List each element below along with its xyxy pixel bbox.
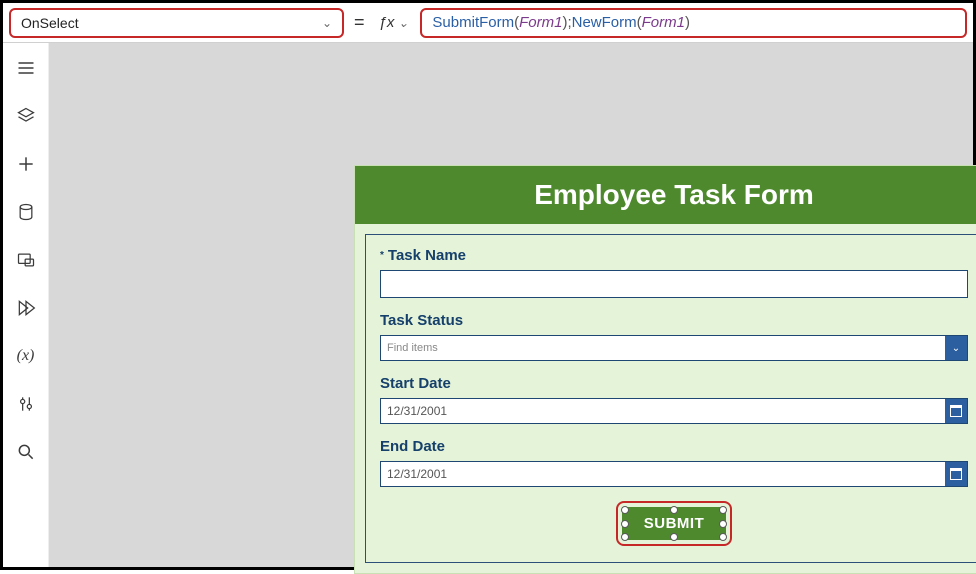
media-icon[interactable] bbox=[15, 249, 37, 271]
power-automate-icon[interactable] bbox=[15, 297, 37, 319]
task-name-input[interactable] bbox=[380, 270, 968, 298]
equals-label: = bbox=[352, 12, 367, 33]
submit-button[interactable]: SUBMIT bbox=[622, 507, 727, 540]
data-icon[interactable] bbox=[15, 201, 37, 223]
tree-view-icon[interactable] bbox=[15, 57, 37, 79]
start-date-field: Start Date 12/31/2001 bbox=[380, 375, 968, 424]
formula-input[interactable]: SubmitForm(Form1);NewForm(Form1) bbox=[420, 8, 967, 38]
workspace: (x) Employee Task Form * Task Name bbox=[3, 43, 973, 567]
resize-handle[interactable] bbox=[621, 533, 629, 541]
layers-icon[interactable] bbox=[15, 105, 37, 127]
resize-handle[interactable] bbox=[621, 506, 629, 514]
task-status-label: Task Status bbox=[380, 312, 968, 329]
canvas-area[interactable]: Employee Task Form * Task Name Task Stat… bbox=[49, 43, 973, 567]
chevron-down-icon[interactable]: ⌄ bbox=[945, 336, 967, 360]
formula-token: Form1 bbox=[642, 14, 685, 31]
label-text: Task Name bbox=[388, 247, 466, 264]
combobox-placeholder: Find items bbox=[381, 342, 438, 354]
resize-handle[interactable] bbox=[719, 506, 727, 514]
task-name-field: * Task Name bbox=[380, 247, 968, 298]
search-icon[interactable] bbox=[15, 441, 37, 463]
calendar-icon[interactable] bbox=[945, 399, 967, 423]
fx-icon: ƒx bbox=[379, 14, 395, 31]
date-value: 12/31/2001 bbox=[381, 467, 447, 481]
submit-label: SUBMIT bbox=[644, 515, 705, 532]
resize-handle[interactable] bbox=[670, 506, 678, 514]
resize-handle[interactable] bbox=[719, 533, 727, 541]
start-date-label: Start Date bbox=[380, 375, 968, 392]
form-container: * Task Name Task Status Find items ⌄ bbox=[365, 234, 976, 563]
fx-button[interactable]: ƒx ⌄ bbox=[375, 14, 413, 31]
task-status-field: Task Status Find items ⌄ bbox=[380, 312, 968, 361]
end-date-label: End Date bbox=[380, 438, 968, 455]
selection-outline: SUBMIT bbox=[616, 501, 733, 546]
label-text: Task Status bbox=[380, 312, 463, 329]
start-date-picker[interactable]: 12/31/2001 bbox=[380, 398, 968, 424]
submit-area: SUBMIT bbox=[380, 501, 968, 546]
formula-token: SubmitForm bbox=[432, 14, 514, 31]
calendar-icon[interactable] bbox=[945, 462, 967, 486]
chevron-down-icon: ⌄ bbox=[398, 16, 408, 30]
formula-token: NewForm bbox=[572, 14, 637, 31]
resize-handle[interactable] bbox=[670, 533, 678, 541]
left-rail: (x) bbox=[3, 43, 49, 567]
date-value: 12/31/2001 bbox=[381, 404, 447, 418]
formula-token: ) bbox=[685, 14, 690, 31]
task-name-label: * Task Name bbox=[380, 247, 968, 264]
form-title-text: Employee Task Form bbox=[534, 179, 814, 211]
label-text: Start Date bbox=[380, 375, 451, 392]
insert-icon[interactable] bbox=[15, 153, 37, 175]
chevron-down-icon: ⌄ bbox=[322, 16, 332, 30]
variables-icon[interactable]: (x) bbox=[15, 345, 37, 367]
form-title: Employee Task Form bbox=[355, 166, 976, 224]
tools-icon[interactable] bbox=[15, 393, 37, 415]
resize-handle[interactable] bbox=[621, 520, 629, 528]
formula-bar: OnSelect ⌄ = ƒx ⌄ SubmitForm(Form1);NewF… bbox=[3, 3, 973, 43]
task-status-combobox[interactable]: Find items ⌄ bbox=[380, 335, 968, 361]
resize-handle[interactable] bbox=[719, 520, 727, 528]
required-asterisk: * bbox=[380, 250, 384, 261]
property-value: OnSelect bbox=[21, 15, 79, 31]
end-date-field: End Date 12/31/2001 bbox=[380, 438, 968, 487]
app-screen: Employee Task Form * Task Name Task Stat… bbox=[354, 165, 976, 574]
property-dropdown[interactable]: OnSelect ⌄ bbox=[9, 8, 344, 38]
formula-token: Form1 bbox=[519, 14, 562, 31]
label-text: End Date bbox=[380, 438, 445, 455]
end-date-picker[interactable]: 12/31/2001 bbox=[380, 461, 968, 487]
